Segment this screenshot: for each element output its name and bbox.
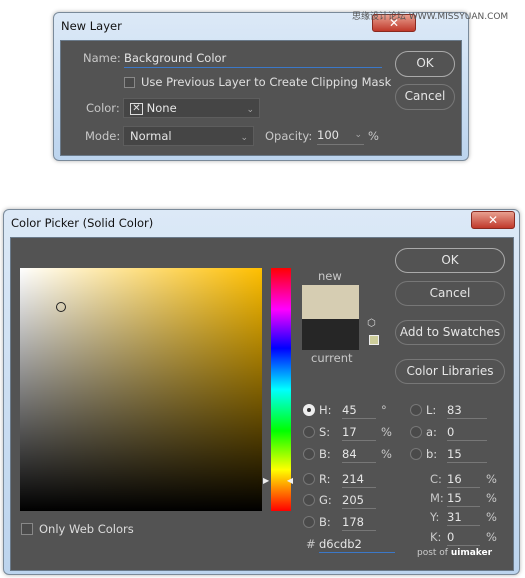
lab-label-2: b: (426, 447, 438, 461)
mode-value: Normal (130, 129, 172, 143)
hsb-unit-0: ° (381, 403, 387, 417)
rgb-radio-1[interactable] (303, 494, 315, 506)
dialog-title: Color Picker (Solid Color) (11, 216, 154, 230)
rgb-radio-0[interactable] (303, 473, 315, 485)
hex-input[interactable]: d6cdb2 (319, 537, 395, 553)
out-of-gamut-cube-icon[interactable]: ⬡ (367, 318, 376, 329)
hsb-label-1: S: (319, 425, 331, 439)
cancel-button[interactable]: Cancel (395, 84, 455, 110)
hsb-input-1[interactable]: 17 (342, 425, 376, 441)
hsb-label-0: H: (319, 403, 332, 417)
current-label: current (311, 351, 353, 365)
cmyk-label-2: Y: (430, 510, 440, 524)
lab-label-0: L: (426, 403, 437, 417)
hsb-unit-1: % (381, 425, 392, 439)
rgb-input-0[interactable]: 214 (342, 472, 376, 488)
name-label: Name: (83, 51, 121, 65)
cmyk-unit-2: % (486, 510, 497, 524)
x-box-icon: ✕ (130, 102, 143, 115)
cmyk-label-3: K: (430, 530, 442, 544)
new-color-swatch (302, 285, 359, 319)
cmyk-label-0: C: (430, 472, 442, 486)
ok-button[interactable]: OK (395, 248, 505, 273)
color-picker-dialog: Color Picker (Solid Color) ✕ ▶ ◀ new curr… (3, 209, 520, 575)
chevron-down-icon: ⌄ (246, 105, 254, 115)
hsb-input-0[interactable]: 45 (342, 403, 376, 419)
rgb-radio-2[interactable] (303, 516, 315, 528)
lab-radio-2[interactable] (410, 448, 422, 460)
lab-label-1: a: (426, 425, 437, 439)
clip-checkbox[interactable] (124, 77, 135, 88)
cmyk-input-3[interactable]: 0 (447, 530, 480, 546)
clip-label: Use Previous Layer to Create Clipping Ma… (141, 75, 392, 89)
dialog-body: ▶ ◀ new current ⬡ OK Cancel Add to Swatch… (10, 237, 514, 571)
hsb-radio-2[interactable] (303, 448, 315, 460)
watermark-top: 思缘设计论坛 WWW.MISSYUAN.COM (352, 12, 509, 22)
mode-label: Mode: (85, 129, 121, 143)
current-color-swatch[interactable] (302, 319, 359, 350)
hue-slider[interactable] (271, 268, 291, 511)
cancel-button[interactable]: Cancel (395, 281, 505, 306)
rgb-input-1[interactable]: 205 (342, 493, 376, 509)
close-button[interactable]: ✕ (471, 211, 515, 229)
color-field-marker[interactable] (56, 301, 67, 312)
cmyk-input-0[interactable]: 16 (447, 472, 480, 488)
name-input[interactable]: Background Color (124, 51, 382, 68)
cmyk-input-1[interactable]: 15 (447, 491, 480, 507)
lab-radio-0[interactable] (410, 404, 422, 416)
color-field[interactable] (20, 268, 262, 511)
color-label: Color: (86, 101, 120, 115)
only-web-colors-label: Only Web Colors (39, 522, 134, 536)
lab-input-0[interactable]: 83 (447, 403, 487, 419)
lab-input-1[interactable]: 0 (447, 425, 487, 441)
web-safe-swatch[interactable] (369, 335, 379, 345)
cmyk-label-1: M: (430, 491, 444, 505)
watermark-brand: uimaker (450, 548, 493, 558)
opacity-value: 100 (317, 128, 339, 142)
ok-button[interactable]: OK (395, 51, 455, 77)
mode-select[interactable]: Normal ⌄ (123, 126, 254, 146)
cmyk-input-2[interactable]: 31 (447, 510, 480, 526)
new-layer-dialog: New Layer ✕ Name: Background Color Use P… (53, 12, 469, 161)
rgb-label-2: B: (319, 515, 331, 529)
hsb-radio-0[interactable] (303, 404, 315, 416)
cmyk-unit-0: % (486, 472, 497, 486)
watermark-prefix: post of (417, 548, 451, 558)
chevron-down-icon: ⌄ (240, 133, 248, 143)
hsb-input-2[interactable]: 84 (342, 447, 376, 463)
color-libraries-button[interactable]: Color Libraries (395, 359, 505, 384)
hex-label: # (306, 537, 316, 551)
color-select[interactable]: ✕ None ⌄ (123, 98, 260, 118)
lab-radio-1[interactable] (410, 426, 422, 438)
hue-slider-handle[interactable]: ▶ ◀ (263, 476, 293, 485)
only-web-colors-checkbox[interactable] (21, 523, 33, 535)
rgb-input-2[interactable]: 178 (342, 515, 376, 531)
hsb-label-2: B: (319, 447, 331, 461)
rgb-label-0: R: (319, 472, 331, 486)
rgb-label-1: G: (319, 493, 332, 507)
lab-input-2[interactable]: 15 (447, 447, 487, 463)
new-label: new (318, 269, 342, 283)
cmyk-unit-1: % (486, 491, 497, 505)
color-value: None (146, 101, 177, 115)
cmyk-unit-3: % (486, 530, 497, 544)
opacity-label: Opacity: (265, 129, 313, 143)
chevron-down-icon: ⌄ (354, 130, 362, 140)
add-to-swatches-button[interactable]: Add to Swatches (395, 320, 505, 345)
watermark-bottom: post of uimaker (417, 548, 492, 558)
dialog-title: New Layer (61, 19, 122, 33)
opacity-input[interactable]: 100 ⌄ (317, 128, 364, 145)
hsb-unit-2: % (381, 447, 392, 461)
hsb-radio-1[interactable] (303, 426, 315, 438)
dialog-body: Name: Background Color Use Previous Laye… (60, 40, 462, 156)
opacity-unit: % (368, 129, 379, 143)
